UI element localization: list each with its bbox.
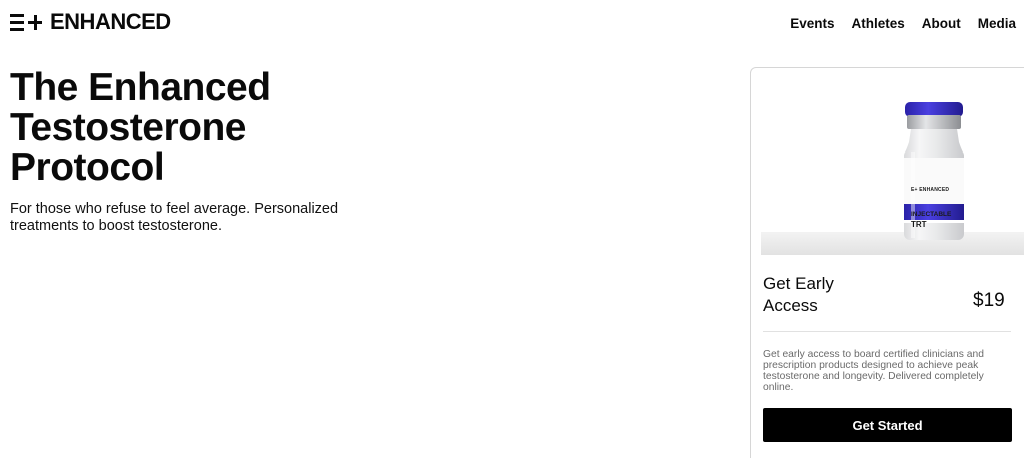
- logo-text: ENHANCED: [50, 9, 171, 34]
- logo-mark-icon: [10, 12, 48, 32]
- vial-label-line1: INJECTABLE: [911, 211, 952, 218]
- card-title: Get Early Access: [763, 274, 834, 315]
- nav-link-events[interactable]: Events: [790, 16, 834, 31]
- card-price: $19: [973, 290, 1005, 311]
- card-divider: [763, 331, 1011, 332]
- product-image: E+ ENHANCED INJECTABLE TRT: [761, 68, 1024, 255]
- get-started-button[interactable]: Get Started: [763, 408, 1012, 442]
- card-description: Get early access to board certified clin…: [763, 349, 984, 393]
- product-card: E+ ENHANCED INJECTABLE TRT Get Early Acc…: [750, 67, 1024, 458]
- nav-link-athletes[interactable]: Athletes: [851, 16, 904, 31]
- vial-label-line2: TRT: [911, 220, 927, 229]
- vial-brand-text: E+ ENHANCED: [911, 187, 950, 193]
- hero-subtitle: For those who refuse to feel average. Pe…: [10, 201, 339, 234]
- hero-title: The Enhanced Testosterone Protocol: [10, 66, 271, 189]
- nav-link-about[interactable]: About: [922, 16, 961, 31]
- shelf-surface: [761, 232, 1024, 255]
- brand-logo[interactable]: ENHANCED: [10, 10, 171, 34]
- main-nav: Events Athletes About Media: [790, 16, 1016, 31]
- nav-link-media[interactable]: Media: [978, 16, 1016, 31]
